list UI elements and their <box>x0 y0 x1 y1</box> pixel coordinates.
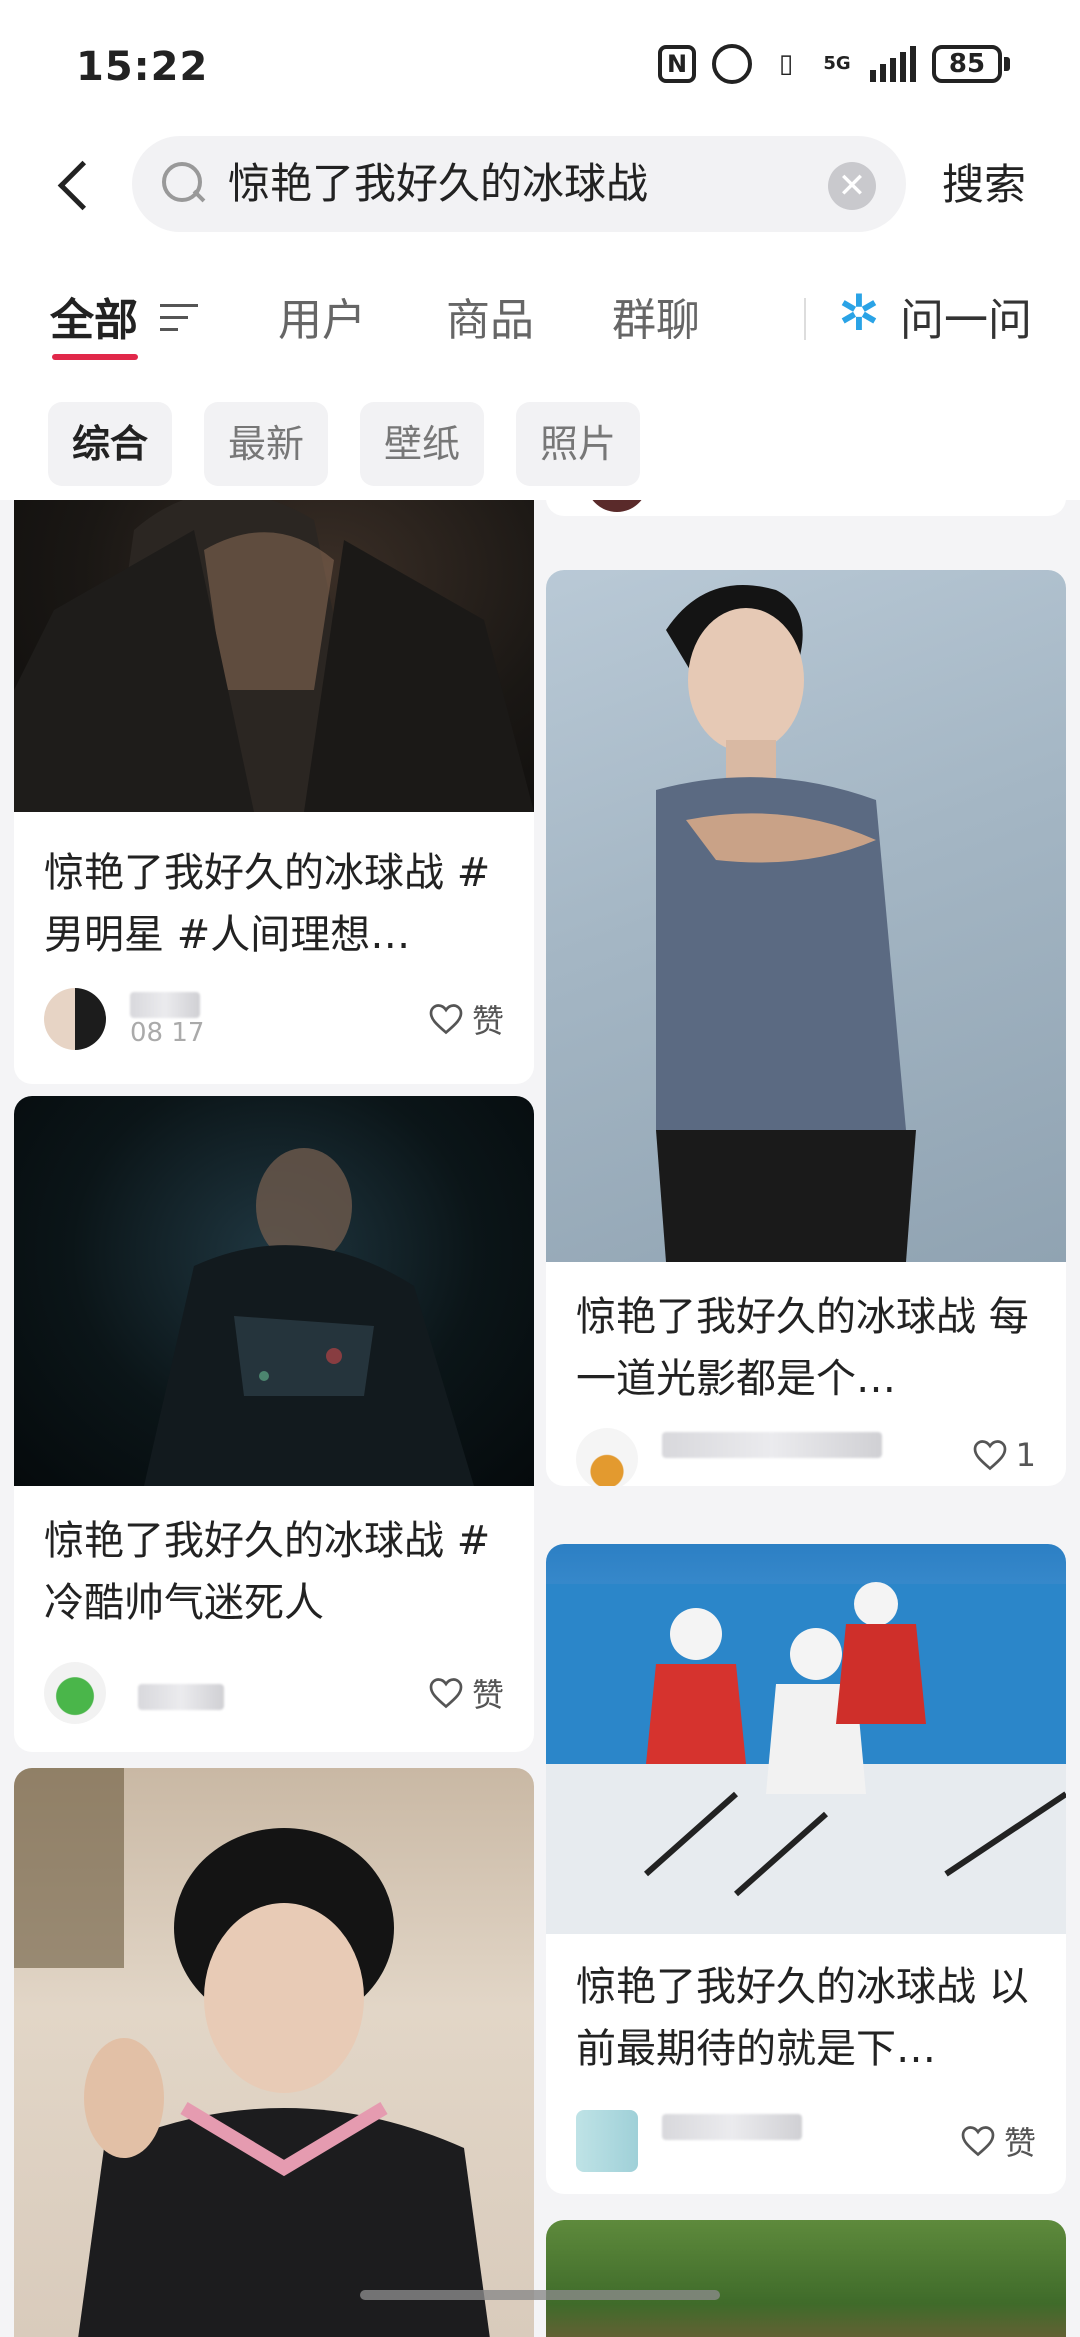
back-icon[interactable] <box>46 150 106 220</box>
like-label: 赞 <box>471 1002 504 1040</box>
like-button[interactable]: 赞 <box>960 2118 1036 2164</box>
search-query[interactable]: 惊艳了我好久的冰球战 <box>228 136 648 232</box>
author-name <box>662 2114 802 2140</box>
result-card[interactable] <box>14 1768 534 2337</box>
tab-all[interactable]: 全部 <box>50 284 138 348</box>
avatar[interactable] <box>44 988 106 1050</box>
app-header: 15:22 N ▯ 5G 85 惊艳了我好久的冰球战 ✕ 搜索 全部 用户 商品… <box>0 0 1080 500</box>
ask-button[interactable]: 问一问 <box>900 284 1032 348</box>
filter-chips: 综合 最新 壁纸 照片 <box>0 402 1080 492</box>
result-card[interactable]: 惊艳了我好久的冰球战 #冷酷帅气迷死人 赞 <box>14 1096 534 1752</box>
sparkle-icon[interactable]: ✲ <box>832 286 886 340</box>
card-meta: 赞 <box>576 2104 1036 2174</box>
card-photo <box>14 1768 534 2337</box>
card-title[interactable]: 惊艳了我好久的冰球战 每一道光影都是个… <box>576 1286 1036 1410</box>
card-photo <box>14 1096 534 1486</box>
chip-wallpaper[interactable]: 壁纸 <box>360 402 485 486</box>
card-photo <box>546 2220 1066 2337</box>
photo-illustration <box>546 1582 1066 1934</box>
like-button[interactable]: 赞 <box>428 996 504 1042</box>
photo-illustration <box>656 585 916 1262</box>
photo-illustration <box>14 500 534 812</box>
avatar[interactable] <box>576 1428 638 1486</box>
author-name <box>662 1432 882 1458</box>
chip-latest[interactable]: 最新 <box>204 402 329 486</box>
battery-icon: 85 <box>932 45 1010 83</box>
like-count: 1 <box>1015 1436 1036 1474</box>
search-input[interactable]: 惊艳了我好久的冰球战 ✕ <box>132 136 906 232</box>
like-label: 赞 <box>471 1676 504 1714</box>
card-meta: 08 17 赞 <box>44 982 504 1052</box>
avatar <box>586 500 648 512</box>
heart-icon <box>429 1004 463 1035</box>
like-label: 赞 <box>1003 2124 1036 2162</box>
photo-illustration <box>144 1148 474 1486</box>
status-time: 15:22 <box>76 44 209 90</box>
vibrate-icon: ▯ <box>778 49 794 79</box>
author-name <box>138 1684 224 1710</box>
author-name <box>130 992 200 1018</box>
tab-users[interactable]: 用户 <box>278 284 366 348</box>
status-bar: 15:22 N ▯ 5G 85 <box>0 0 1080 130</box>
result-card[interactable] <box>546 2220 1066 2337</box>
search-button[interactable]: 搜索 <box>942 130 1026 240</box>
card-meta: 1 <box>576 1422 1036 1486</box>
status-icons: N ▯ 5G 85 <box>658 44 1010 84</box>
result-card-partial[interactable]: 2024-11-11 <box>546 500 1066 516</box>
home-indicator[interactable] <box>360 2290 720 2300</box>
5g-icon: 5G <box>823 53 851 74</box>
card-title[interactable]: 惊艳了我好久的冰球战 #冷酷帅气迷死人 <box>44 1510 504 1634</box>
heart-icon <box>429 1678 463 1709</box>
battery-level: 85 <box>932 45 1002 83</box>
card-meta: 赞 <box>44 1656 504 1726</box>
card-title[interactable]: 惊艳了我好久的冰球战 以前最期待的就是下… <box>576 1956 1036 2080</box>
chip-photos[interactable]: 照片 <box>516 402 641 486</box>
heart-icon <box>961 2126 995 2157</box>
like-button[interactable]: 赞 <box>428 1670 504 1716</box>
search-icon <box>162 162 206 206</box>
tab-bar: 全部 用户 商品 群聊 ✲ 问一问 <box>0 266 1080 366</box>
alarm-icon <box>712 44 752 84</box>
like-button[interactable]: 1 <box>972 1436 1036 1474</box>
result-card[interactable]: 惊艳了我好久的冰球战 #男明星 #人间理想… 08 17 赞 <box>14 500 534 1084</box>
search-bar: 惊艳了我好久的冰球战 ✕ 搜索 <box>0 130 1080 240</box>
battery-tip <box>1004 57 1010 71</box>
tab-group-chats[interactable]: 群聊 <box>612 284 700 348</box>
nfc-icon: N <box>658 45 696 83</box>
post-date: 08 17 <box>130 1018 205 1048</box>
avatar[interactable] <box>576 2110 638 2172</box>
tab-products[interactable]: 商品 <box>446 284 534 348</box>
clear-icon[interactable]: ✕ <box>828 162 876 210</box>
signal-icon <box>870 46 916 82</box>
avatar[interactable] <box>44 1662 106 1724</box>
heart-icon <box>973 1440 1006 1471</box>
card-photo <box>14 500 534 812</box>
card-photo <box>546 1544 1066 1934</box>
filter-icon[interactable] <box>160 304 198 334</box>
card-title[interactable]: 惊艳了我好久的冰球战 #男明星 #人间理想… <box>44 842 504 966</box>
results-feed: 惊艳了我好久的冰球战 #男明星 #人间理想… 08 17 赞 惊艳了我好久的冰球… <box>0 500 1080 2337</box>
result-card[interactable]: 惊艳了我好久的冰球战 以前最期待的就是下… 赞 <box>546 1544 1066 2194</box>
photo-illustration <box>14 1768 490 2337</box>
chip-comprehensive[interactable]: 综合 <box>48 402 173 486</box>
result-card[interactable]: 惊艳了我好久的冰球战 每一道光影都是个… 1 <box>546 570 1066 1486</box>
tab-active-underline <box>52 354 138 360</box>
card-photo <box>546 570 1066 1262</box>
tab-divider <box>804 298 806 340</box>
